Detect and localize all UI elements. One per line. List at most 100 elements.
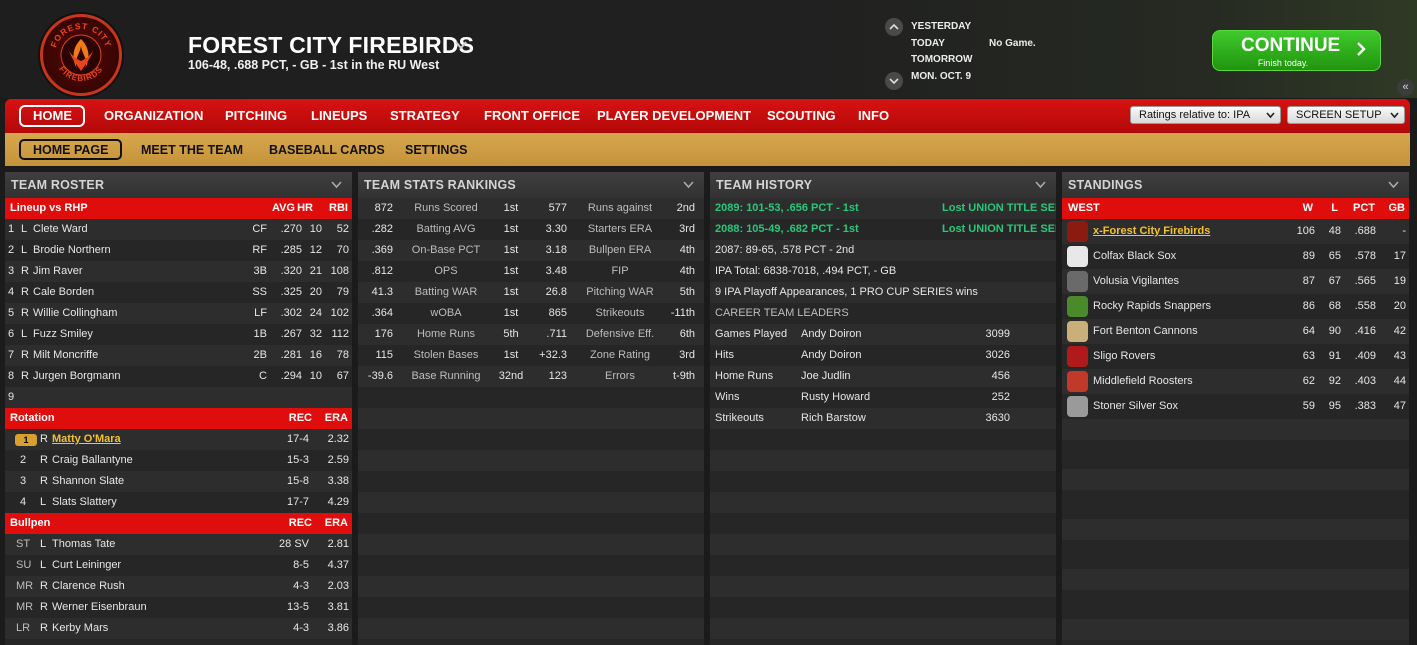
player-name-link[interactable]: Clete Ward <box>33 223 88 235</box>
player-name-link[interactable]: Cale Borden <box>33 286 94 298</box>
player-name-link[interactable]: Curt Leininger <box>52 559 121 571</box>
bullpen-row[interactable]: MR R Werner Eisenbraun 13-5 3.81 <box>5 597 352 618</box>
next-day-button[interactable] <box>885 72 903 90</box>
lineup-row[interactable]: 1 L Clete Ward CF .270 10 52 <box>5 219 352 240</box>
player-name-link[interactable]: Willie Collingham <box>33 307 117 319</box>
standings-team-row[interactable]: Stoner Silver Sox 59 95 .383 47 <box>1062 394 1409 419</box>
player-name-link[interactable]: Kerby Mars <box>52 622 108 634</box>
lineup-row[interactable]: 9 <box>5 387 352 408</box>
stat-ranking-row: 41.3 Batting WAR 1st 26.8 Pitching WAR 5th <box>358 282 704 303</box>
collapse-panel-chevron-icon[interactable] <box>1035 181 1046 189</box>
subnav-home-page[interactable]: HOME PAGE <box>33 143 108 157</box>
bullpen-row[interactable]: MR R Clarence Rush 4-3 2.03 <box>5 576 352 597</box>
nav-strategy[interactable]: STRATEGY <box>390 108 460 123</box>
leader-name-link[interactable]: Rusty Howard <box>801 391 870 403</box>
player-name-link[interactable]: Clarence Rush <box>52 580 125 592</box>
team-name-link[interactable]: Middlefield Roosters <box>1093 375 1193 387</box>
standings-team-row[interactable]: Rocky Rapids Snappers 86 68 .558 20 <box>1062 294 1409 319</box>
career-leader-row[interactable]: Hits Andy Doiron 3026 <box>710 345 1056 366</box>
history-season-row[interactable]: 2087: 89-65, .578 PCT - 2nd <box>710 240 1056 261</box>
nav-scouting[interactable]: SCOUTING <box>767 108 836 123</box>
lineup-row[interactable]: 4 R Cale Borden SS .325 20 79 <box>5 282 352 303</box>
rotation-row[interactable]: 2 R Craig Ballantyne 15-3 2.59 <box>5 450 352 471</box>
player-name-link[interactable]: Werner Eisenbraun <box>52 601 147 613</box>
subnav-meet-the-team[interactable]: MEET THE TEAM <box>141 143 243 157</box>
player-name-link[interactable]: Thomas Tate <box>52 538 115 550</box>
career-leader-row[interactable]: Home Runs Joe Judlin 456 <box>710 366 1056 387</box>
standings-team-row[interactable]: Sligo Rovers 63 91 .409 43 <box>1062 344 1409 369</box>
empty-row <box>1062 519 1409 540</box>
team-dropdown-chevron-icon[interactable] <box>454 38 468 52</box>
team-name-link[interactable]: Rocky Rapids Snappers <box>1093 300 1211 312</box>
team-name-link[interactable]: Stoner Silver Sox <box>1093 400 1178 412</box>
day-today[interactable]: TODAY <box>911 38 945 49</box>
player-name-link[interactable]: Jurgen Borgmann <box>33 370 120 382</box>
standings-team-row[interactable]: Volusia Vigilantes 87 67 .565 19 <box>1062 269 1409 294</box>
day-tomorrow[interactable]: TOMORROW <box>911 54 972 65</box>
lineup-row[interactable]: 6 L Fuzz Smiley 1B .267 32 112 <box>5 324 352 345</box>
nav-front-office[interactable]: FRONT OFFICE <box>484 108 580 123</box>
player-name-link[interactable]: Fuzz Smiley <box>33 328 93 340</box>
collapse-panel-chevron-icon[interactable] <box>1388 181 1399 189</box>
previous-day-button[interactable] <box>885 18 903 36</box>
screen-setup-select[interactable]: SCREEN SETUP <box>1287 106 1405 124</box>
day-yesterday[interactable]: YESTERDAY <box>911 21 971 32</box>
team-name-link[interactable]: Colfax Black Sox <box>1093 250 1176 262</box>
player-name-link[interactable]: Slats Slattery <box>52 496 117 508</box>
team-name-link[interactable]: Sligo Rovers <box>1093 350 1155 362</box>
lineup-row[interactable]: 8 R Jurgen Borgmann C .294 10 67 <box>5 366 352 387</box>
bullpen-row[interactable]: ST L Thomas Tate 28 SV 2.81 <box>5 534 352 555</box>
career-leader-row[interactable]: Strikeouts Rich Barstow 3630 <box>710 408 1056 429</box>
rotation-row[interactable]: 4 L Slats Slattery 17-7 4.29 <box>5 492 352 513</box>
team-name-link[interactable]: Volusia Vigilantes <box>1093 275 1179 287</box>
lineup-row[interactable]: 7 R Milt Moncriffe 2B .281 16 78 <box>5 345 352 366</box>
nav-lineups[interactable]: LINEUPS <box>311 108 367 123</box>
bullpen-role: SU <box>16 559 32 571</box>
subnav-settings[interactable]: SETTINGS <box>405 143 468 157</box>
player-name-link[interactable]: Matty O'Mara <box>52 433 121 445</box>
team-logo[interactable]: FOREST CITY FIREBIRDS <box>40 14 122 96</box>
leader-name-link[interactable]: Rich Barstow <box>801 412 866 424</box>
nav-info[interactable]: INFO <box>858 108 889 123</box>
career-leader-row[interactable]: Games Played Andy Doiron 3099 <box>710 324 1056 345</box>
bullpen-row[interactable]: LR R Kerby Mars 4-3 3.86 <box>5 618 352 639</box>
player-name-link[interactable]: Brodie Northern <box>33 244 111 256</box>
history-season-row[interactable]: 2088: 105-49, .682 PCT - 1st Lost UNION T… <box>710 219 1056 240</box>
nav-player-development[interactable]: PLAYER DEVELOPMENT <box>597 108 751 123</box>
rotation-row[interactable]: 3 R Shannon Slate 15-8 3.38 <box>5 471 352 492</box>
day-next-date[interactable]: MON. OCT. 9 <box>911 71 971 82</box>
collapse-panel-chevron-icon[interactable] <box>683 181 694 189</box>
team-gb: 17 <box>1393 250 1406 262</box>
bullpen-row[interactable]: SU L Curt Leininger 8-5 4.37 <box>5 555 352 576</box>
standings-team-row[interactable]: Middlefield Roosters 62 92 .403 44 <box>1062 369 1409 394</box>
standings-team-row[interactable]: x-Forest City Firebirds 106 48 .688 - <box>1062 219 1409 244</box>
leader-name-link[interactable]: Joe Judlin <box>801 370 851 382</box>
nav-pitching[interactable]: PITCHING <box>225 108 287 123</box>
player-name-link[interactable]: Jim Raver <box>33 265 83 277</box>
player-name-link[interactable]: Milt Moncriffe <box>33 349 98 361</box>
leader-name-link[interactable]: Andy Doiron <box>801 328 862 340</box>
player-name-link[interactable]: Shannon Slate <box>52 475 124 487</box>
subnav-baseball-cards[interactable]: BASEBALL CARDS <box>269 143 385 157</box>
nav-home[interactable]: HOME <box>33 108 72 123</box>
leader-name-link[interactable]: Andy Doiron <box>801 349 862 361</box>
nav-organization[interactable]: ORGANIZATION <box>104 108 203 123</box>
rotation-row[interactable]: 1 R Matty O'Mara 17-4 2.32 <box>5 429 352 450</box>
standings-team-row[interactable]: Colfax Black Sox 89 65 .578 17 <box>1062 244 1409 269</box>
ratings-relative-select[interactable]: Ratings relative to: IPA <box>1130 106 1281 124</box>
empty-row <box>1062 619 1409 640</box>
collapse-panel-chevron-icon[interactable] <box>331 181 342 189</box>
player-name-link[interactable]: Craig Ballantyne <box>52 454 133 466</box>
collapse-header-button[interactable]: « <box>1397 79 1414 96</box>
continue-button[interactable]: CONTINUE Finish today. <box>1212 30 1381 71</box>
lineup-row[interactable]: 2 L Brodie Northern RF .285 12 70 <box>5 240 352 261</box>
career-leader-row[interactable]: Wins Rusty Howard 252 <box>710 387 1056 408</box>
team-name-link[interactable]: x-Forest City Firebirds <box>1093 225 1210 237</box>
history-season-row[interactable]: 2089: 101-53, .656 PCT - 1st Lost UNION T… <box>710 198 1056 219</box>
team-name[interactable]: FOREST CITY FIREBIRDS <box>188 32 474 59</box>
lineup-row[interactable]: 5 R Willie Collingham LF .302 24 102 <box>5 303 352 324</box>
stat-label: Pitching WAR <box>586 286 654 298</box>
lineup-row[interactable]: 3 R Jim Raver 3B .320 21 108 <box>5 261 352 282</box>
standings-team-row[interactable]: Fort Benton Cannons 64 90 .416 42 <box>1062 319 1409 344</box>
team-name-link[interactable]: Fort Benton Cannons <box>1093 325 1198 337</box>
